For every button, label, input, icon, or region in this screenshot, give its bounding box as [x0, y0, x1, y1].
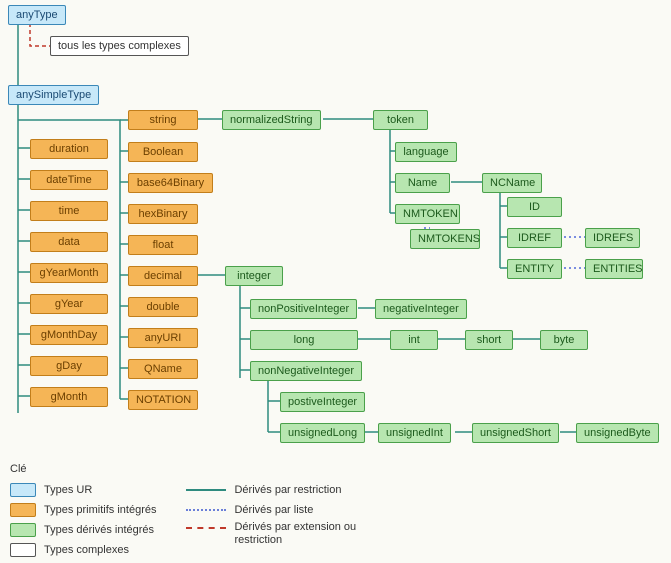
node-NOTATION: NOTATION — [128, 390, 198, 410]
line-list-icon — [186, 509, 226, 511]
legend-ur: Types UR — [44, 484, 92, 496]
line-ext-rest-icon — [186, 527, 226, 529]
node-Boolean: Boolean — [128, 142, 198, 162]
legend-deriv: Types dérivés intégrés — [44, 524, 154, 536]
node-ID: ID — [507, 197, 562, 217]
swatch-complex — [10, 543, 36, 557]
node-NCName: NCName — [482, 173, 542, 193]
legend-right-col: Dérivés par restriction Dérivés par list… — [186, 479, 384, 541]
node-positiveInteger: postiveInteger — [280, 392, 365, 412]
node-gYear: gYear — [30, 294, 108, 314]
node-IDREF: IDREF — [507, 228, 562, 248]
line-restriction-icon — [186, 489, 226, 491]
legend-ext-rest: Dérivés par extension ou restriction — [234, 521, 384, 547]
node-gMonthDay: gMonthDay — [30, 325, 108, 345]
node-duration: duration — [30, 139, 108, 159]
legend: Clé Types UR Types primitifs intégrés Ty… — [10, 463, 384, 561]
node-all-complex-types: tous les types complexes — [50, 36, 189, 56]
node-decimal: decimal — [128, 266, 198, 286]
node-gYearMonth: gYearMonth — [30, 263, 108, 283]
type-hierarchy-diagram: anyType tous les types complexes anySimp… — [0, 0, 671, 563]
node-gDay: gDay — [30, 356, 108, 376]
node-anySimpleType: anySimpleType — [8, 85, 99, 105]
node-dateTime: dateTime — [30, 170, 108, 190]
node-token: token — [373, 110, 428, 130]
node-nonPositiveInteger: nonPositiveInteger — [250, 299, 357, 319]
node-anyURI: anyURI — [128, 328, 198, 348]
legend-title: Clé — [10, 463, 384, 475]
node-QName: QName — [128, 359, 198, 379]
node-hexBinary: hexBinary — [128, 204, 198, 224]
node-nonNegativeInteger: nonNegativeInteger — [250, 361, 362, 381]
node-negativeInteger: negativeInteger — [375, 299, 467, 319]
node-anyType: anyType — [8, 5, 66, 25]
legend-complex: Types complexes — [44, 544, 129, 556]
node-language: language — [395, 142, 457, 162]
swatch-prim — [10, 503, 36, 517]
node-double: double — [128, 297, 198, 317]
node-unsignedShort: unsignedShort — [472, 423, 559, 443]
node-long: long — [250, 330, 358, 350]
node-NMTOKEN: NMTOKEN — [395, 204, 460, 224]
node-NMTOKENS: NMTOKENS — [410, 229, 480, 249]
node-unsignedLong: unsignedLong — [280, 423, 365, 443]
node-byte: byte — [540, 330, 588, 350]
node-integer: integer — [225, 266, 283, 286]
swatch-deriv — [10, 523, 36, 537]
node-float: float — [128, 235, 198, 255]
node-base64Binary: base64Binary — [128, 173, 213, 193]
legend-left-col: Types UR Types primitifs intégrés Types … — [10, 479, 156, 561]
node-Name: Name — [395, 173, 450, 193]
node-short: short — [465, 330, 513, 350]
legend-restriction: Dérivés par restriction — [234, 484, 341, 496]
node-IDREFS: IDREFS — [585, 228, 640, 248]
legend-prim: Types primitifs intégrés — [44, 504, 156, 516]
node-ENTITY: ENTITY — [507, 259, 562, 279]
node-unsignedByte: unsignedByte — [576, 423, 659, 443]
node-unsignedInt: unsignedInt — [378, 423, 451, 443]
legend-liste: Dérivés par liste — [234, 504, 313, 516]
node-normalizedString: normalizedString — [222, 110, 321, 130]
node-ENTITIES: ENTITIES — [585, 259, 643, 279]
node-string: string — [128, 110, 198, 130]
node-int: int — [390, 330, 438, 350]
swatch-ur — [10, 483, 36, 497]
node-data: data — [30, 232, 108, 252]
node-time: time — [30, 201, 108, 221]
node-gMonth: gMonth — [30, 387, 108, 407]
